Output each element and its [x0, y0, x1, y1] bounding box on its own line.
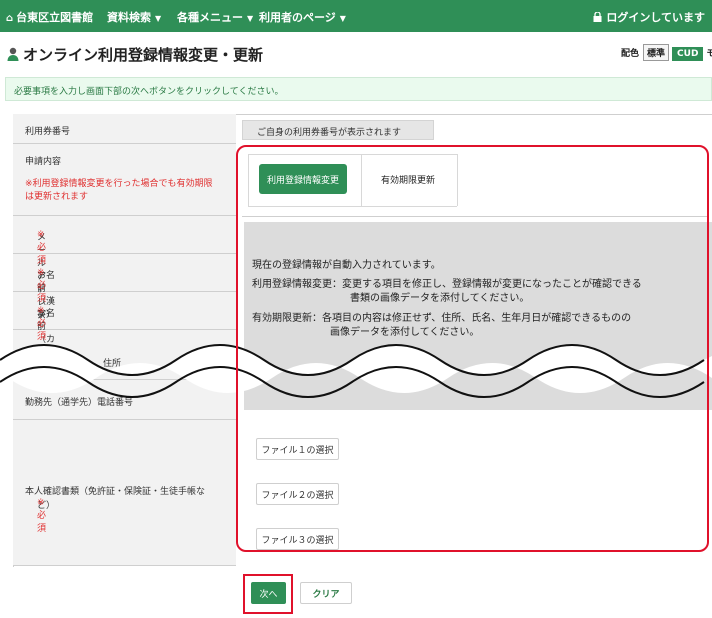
top-navbar: ⌂ 台東区立図書館 資料検索 ▼ 各種メニュー ▼ 利用者のページ ▼ ログインしていま… [0, 0, 712, 32]
highlight-frame-next [243, 574, 293, 614]
color-cud-button[interactable]: CUD [672, 47, 704, 61]
row-label-name-kanji: お名前（漢字） ※必須 [13, 254, 236, 320]
row-label-id-documents: 本人確認書類（免許証・保険証・生徒手帳な ど） ※必須 [13, 420, 236, 566]
lock-icon [593, 12, 602, 22]
required-mark: ※必須 [37, 498, 47, 534]
caret-down-icon: ▼ [155, 14, 162, 23]
card-number-value: ご自身の利用券番号が表示されます [242, 120, 434, 140]
instruction-notice: 必要事項を入力し画面下部の次へボタンをクリックしてください。 [5, 77, 712, 101]
caret-down-icon: ▼ [339, 14, 346, 23]
color-switcher: 配色 標準 CUD モ [621, 44, 712, 61]
application-note: ※利用登録情報変更を行った場合でも有効期限 [25, 179, 213, 189]
nav-item-search[interactable]: 資料検索 ▼ [107, 9, 161, 25]
login-status[interactable]: ログインしています [593, 9, 705, 25]
color-mono-button[interactable]: モ [706, 49, 712, 59]
color-standard-button[interactable]: 標準 [643, 44, 670, 61]
highlight-frame-form [236, 145, 709, 552]
row-label-email: メールアドレス ※必須 [13, 216, 236, 321]
person-icon [7, 47, 19, 61]
nav-item-user-page[interactable]: 利用者のページ ▼ [259, 9, 346, 25]
home-icon: ⌂ [6, 13, 14, 24]
row-label-card-number: 利用券番号 [13, 114, 236, 144]
row-label-application: 申請内容 ※利用登録情報変更を行った場合でも有効期限 は更新されます [13, 144, 236, 216]
nav-item-menu[interactable]: 各種メニュー ▼ [177, 9, 253, 25]
home-link[interactable]: ⌂ 台東区立図書館 [6, 9, 93, 25]
caret-down-icon: ▼ [247, 14, 254, 23]
clear-button[interactable]: クリア [300, 582, 352, 604]
page-title: オンライン利用登録情報変更・更新 [6, 44, 263, 65]
